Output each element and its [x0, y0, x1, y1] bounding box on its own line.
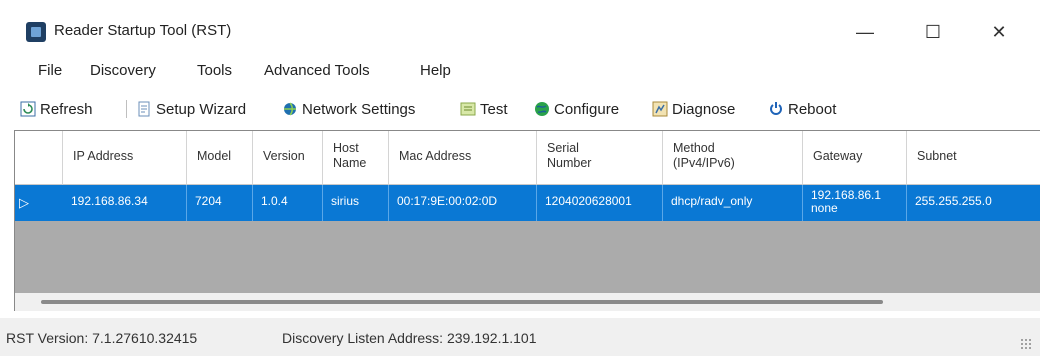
window-title: Reader Startup Tool (RST) [54, 22, 232, 39]
menu-bar: File Discovery Tools Advanced Tools Help [0, 58, 1040, 86]
refresh-icon [20, 101, 36, 117]
cell-gateway[interactable]: 192.168.86.1 none [803, 185, 907, 221]
configure-label: Configure [554, 100, 620, 118]
network-settings-button[interactable]: Network Settings [282, 98, 415, 120]
column-header-host-name[interactable]: Host Name [323, 131, 389, 185]
app-icon [26, 22, 46, 42]
row-header-corner [15, 131, 63, 185]
cell-method[interactable]: dhcp/radv_only [663, 185, 803, 221]
title-bar: Reader Startup Tool (RST) — ☐ ✕ [0, 0, 1040, 56]
column-header-version[interactable]: Version [253, 131, 323, 185]
menu-help[interactable]: Help [420, 62, 451, 79]
reboot-icon [768, 101, 784, 117]
status-version: RST Version: 7.1.27610.32415 [6, 330, 198, 346]
cell-host-name[interactable]: sirius [323, 185, 389, 221]
minimize-button[interactable]: — [842, 16, 888, 48]
column-header-ip[interactable]: IP Address [63, 131, 187, 185]
test-button[interactable]: Test [460, 98, 508, 120]
reboot-button[interactable]: Reboot [768, 98, 836, 120]
column-header-model[interactable]: Model [187, 131, 253, 185]
test-label: Test [480, 100, 508, 118]
diagnose-button[interactable]: Diagnose [652, 98, 735, 120]
toolbar-separator [126, 100, 127, 118]
row-indicator-icon: ▷ [19, 195, 29, 210]
menu-tools[interactable]: Tools [197, 62, 232, 79]
setup-wizard-label: Setup Wizard [156, 100, 247, 118]
cell-model[interactable]: 7204 [187, 185, 253, 221]
menu-advanced-tools[interactable]: Advanced Tools [264, 62, 370, 79]
network-settings-label: Network Settings [302, 100, 416, 118]
grid-header: IP Address Model Version Host Name Mac A… [15, 131, 1040, 185]
wizard-icon [136, 101, 152, 117]
menu-discovery[interactable]: Discovery [90, 62, 156, 79]
globe-icon [534, 101, 550, 117]
cell-subnet[interactable]: 255.255.255.0 [907, 185, 1040, 221]
cell-ip[interactable]: 192.168.86.34 [63, 185, 187, 221]
column-header-method[interactable]: Method (IPv4/IPv6) [663, 131, 803, 185]
reboot-label: Reboot [788, 100, 837, 118]
test-icon [460, 101, 476, 117]
column-header-serial[interactable]: Serial Number [537, 131, 663, 185]
status-listen-address: Discovery Listen Address: 239.192.1.101 [282, 330, 537, 346]
cell-version[interactable]: 1.0.4 [253, 185, 323, 221]
column-header-gateway[interactable]: Gateway [803, 131, 907, 185]
configure-button[interactable]: Configure [534, 98, 619, 120]
network-icon [282, 101, 298, 117]
device-grid: IP Address Model Version Host Name Mac A… [14, 130, 1040, 311]
cell-serial[interactable]: 1204020628001 [537, 185, 663, 221]
maximize-button[interactable]: ☐ [910, 16, 956, 48]
horizontal-scrollbar[interactable] [15, 293, 1040, 311]
column-header-subnet[interactable]: Subnet [907, 131, 1040, 185]
menu-file[interactable]: File [38, 62, 62, 79]
refresh-button[interactable]: Refresh [20, 98, 93, 120]
status-bar: RST Version: 7.1.27610.32415 Discovery L… [0, 318, 1040, 356]
cell-mac[interactable]: 00:17:9E:00:02:0D [389, 185, 537, 221]
resize-grip-icon[interactable] [1020, 338, 1032, 350]
toolbar: Refresh Setup Wizard Network Settings Te… [0, 92, 1040, 126]
diagnose-label: Diagnose [672, 100, 736, 118]
setup-wizard-button[interactable]: Setup Wizard [136, 98, 246, 120]
refresh-label: Refresh [40, 100, 93, 118]
scrollbar-thumb[interactable] [41, 300, 883, 304]
close-button[interactable]: ✕ [976, 16, 1022, 48]
table-row[interactable]: ▷ 192.168.86.34 7204 1.0.4 sirius 00:17:… [15, 185, 1040, 221]
column-header-mac[interactable]: Mac Address [389, 131, 537, 185]
diagnose-icon [652, 101, 668, 117]
